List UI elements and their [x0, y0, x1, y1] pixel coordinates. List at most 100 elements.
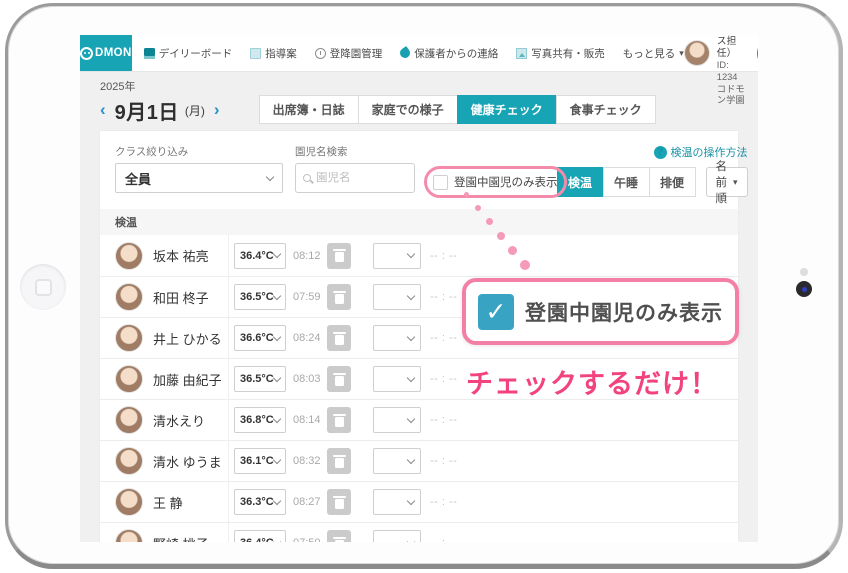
temperature-select[interactable]: 36.4°C: [234, 530, 286, 542]
mode-button[interactable]: 検温: [557, 167, 604, 197]
temperature-select[interactable]: 36.8°C: [234, 407, 286, 433]
table-row: 王 静 36.3°C 08:27 -- : --: [100, 481, 738, 522]
search-icon: [303, 174, 311, 182]
chevron-down-icon: [407, 414, 415, 422]
tab[interactable]: 食事チェック: [556, 95, 656, 124]
table-row: 野崎 桃子 36.4°C 07:50 -- : --: [100, 522, 738, 542]
child-name: 野崎 桃子: [153, 534, 209, 543]
attending-only-checkbox-group[interactable]: 登園中園児のみ表示: [433, 174, 558, 190]
chevron-down-icon: [266, 172, 274, 180]
question-icon: ?: [654, 146, 667, 159]
chevron-down-icon: [273, 250, 281, 258]
help-link-text: 検温の操作方法: [671, 144, 748, 160]
mode-button[interactable]: 午睡: [603, 167, 650, 197]
avatar: [115, 406, 143, 434]
checked-checkbox-icon: ✓: [478, 294, 514, 330]
chevron-down-icon: [273, 291, 281, 299]
avatar: [115, 529, 143, 542]
recorded-time: 08:14: [293, 414, 324, 426]
delete-button[interactable]: [327, 530, 351, 542]
temperature-help-link[interactable]: ? 検温の操作方法: [654, 144, 748, 160]
tab[interactable]: 健康チェック: [457, 95, 557, 124]
logo-text: DMON: [95, 47, 132, 59]
dashboard-icon: [144, 48, 155, 59]
second-temperature-select[interactable]: [373, 325, 421, 351]
second-temperature-select[interactable]: [373, 530, 421, 542]
empty-time-placeholder: -- : --: [430, 455, 457, 467]
empty-time-placeholder: -- : --: [430, 537, 457, 542]
second-temperature-select[interactable]: [373, 366, 421, 392]
nav-item[interactable]: 写真共有・販売: [516, 46, 605, 61]
table-row: 坂本 祐亮 36.4°C 08:12 -- : --: [100, 235, 738, 276]
promo-callout-label: 登園中園児のみ表示: [525, 297, 723, 327]
codmon-logo[interactable]: DMON: [80, 35, 132, 71]
nav-item[interactable]: もっと見る▾: [623, 46, 684, 61]
clock-icon: [315, 48, 326, 59]
avatar: [115, 447, 143, 475]
delete-button[interactable]: [327, 243, 351, 269]
main-nav: デイリーボード 指導案 登降園管理 保護者からの連絡 写真共有・販売 もっと見る▾: [144, 35, 684, 71]
temperature-select[interactable]: 36.1°C: [234, 448, 286, 474]
sort-button[interactable]: 名前順 ▾: [706, 167, 748, 197]
temperature-select[interactable]: 36.5°C: [234, 284, 286, 310]
temperature-select[interactable]: 36.6°C: [234, 325, 286, 351]
delete-button[interactable]: [327, 489, 351, 515]
delete-button[interactable]: [327, 366, 351, 392]
nav-item[interactable]: デイリーボード: [144, 46, 233, 61]
delete-button[interactable]: [327, 284, 351, 310]
child-name-search-input[interactable]: [316, 172, 402, 184]
second-temperature-select[interactable]: [373, 489, 421, 515]
child-name: 加藤 由紀子: [153, 370, 222, 389]
home-button[interactable]: [20, 264, 66, 310]
app-screen: DMON デイリーボード 指導案 登降園管理 保護者からの連絡 写真共有・販売 もっと見る…: [80, 35, 758, 542]
avatar: [115, 324, 143, 352]
empty-time-placeholder: -- : --: [430, 373, 457, 385]
empty-time-placeholder: -- : --: [430, 250, 457, 262]
chevron-down-icon: [273, 414, 281, 422]
class-filter-select[interactable]: 全員: [115, 163, 283, 193]
tab[interactable]: 家庭での様子: [358, 95, 458, 124]
prev-day-button[interactable]: ‹: [100, 101, 106, 121]
chevron-down-icon: [407, 537, 415, 542]
class-filter-value: 全員: [125, 169, 151, 188]
tab[interactable]: 出席簿・日誌: [259, 95, 359, 124]
next-day-button[interactable]: ›: [214, 101, 220, 121]
nav-item[interactable]: 登降園管理: [315, 46, 383, 61]
empty-time-placeholder: -- : --: [430, 291, 457, 303]
help-icon[interactable]: ?: [757, 45, 758, 62]
child-name: 清水 ゆうま: [153, 452, 222, 471]
second-temperature-select[interactable]: [373, 243, 421, 269]
mode-buttons: 検温午睡排便: [558, 167, 696, 197]
avatar: [115, 488, 143, 516]
chevron-down-icon: [273, 537, 281, 542]
promo-caption: チェックするだけ！: [466, 362, 718, 401]
trash-icon: [335, 417, 344, 427]
second-temperature-select[interactable]: [373, 407, 421, 433]
delete-button[interactable]: [327, 407, 351, 433]
user-account[interactable]: 宮崎 千恵（クラス担任） ID: 1234 コドモン学園 ?: [684, 35, 758, 71]
attending-only-checkbox[interactable]: [433, 175, 448, 190]
temperature-select[interactable]: 36.3°C: [234, 489, 286, 515]
nav-item[interactable]: 指導案: [250, 46, 297, 61]
nav-item[interactable]: 保護者からの連絡: [400, 46, 498, 61]
table-row: 清水えり 36.8°C 08:14 -- : --: [100, 399, 738, 440]
attending-only-label: 登園中園児のみ表示: [454, 174, 558, 190]
second-temperature-select[interactable]: [373, 284, 421, 310]
user-name: 宮崎 千恵（クラス担任）: [717, 35, 747, 60]
trash-icon: [335, 335, 344, 345]
year-label: 2025年: [100, 78, 220, 94]
delete-button[interactable]: [327, 325, 351, 351]
user-id-school: ID: 1234 コドモン学園: [717, 60, 747, 106]
recorded-time: 08:03: [293, 373, 324, 385]
mode-button[interactable]: 排便: [649, 167, 696, 197]
section-header: 検温: [100, 209, 738, 235]
temperature-select[interactable]: 36.5°C: [234, 366, 286, 392]
sensor-dot: [800, 268, 808, 276]
trash-icon: [335, 499, 344, 509]
phone-icon: [398, 46, 412, 60]
sort-button-label: 名前順: [716, 158, 728, 206]
delete-button[interactable]: [327, 448, 351, 474]
trash-icon: [335, 252, 344, 262]
temperature-select[interactable]: 36.4°C: [234, 243, 286, 269]
second-temperature-select[interactable]: [373, 448, 421, 474]
